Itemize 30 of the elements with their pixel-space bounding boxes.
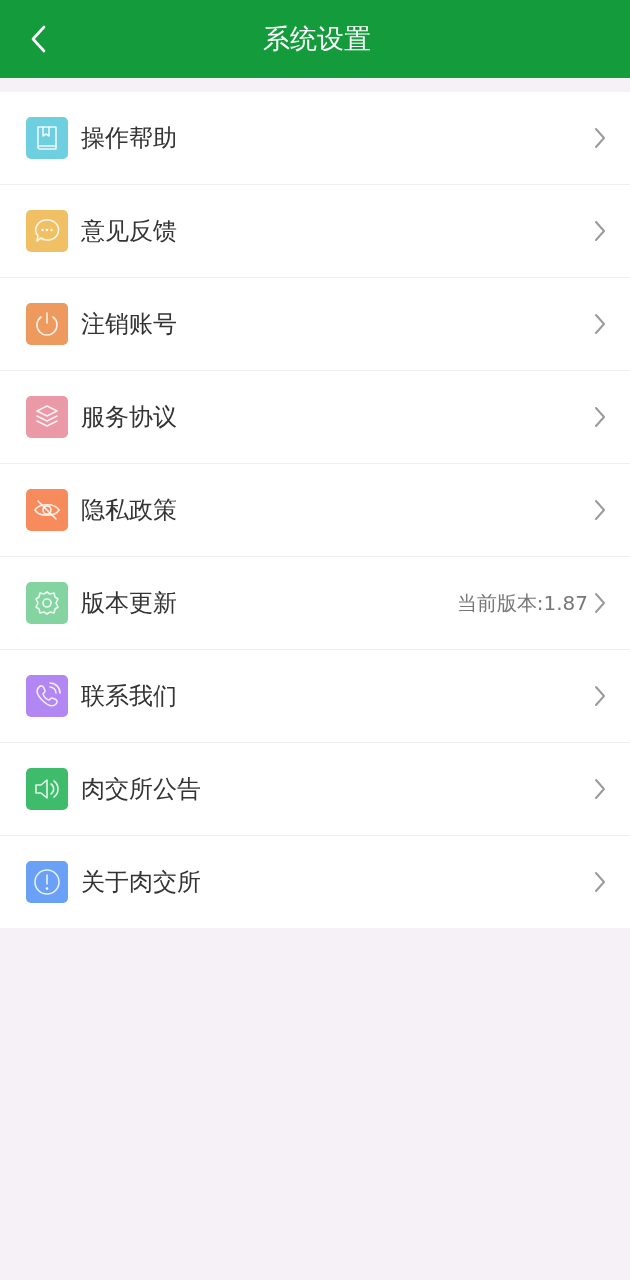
chevron-icon bbox=[594, 499, 606, 521]
chevron-icon bbox=[594, 313, 606, 335]
chevron-icon bbox=[594, 592, 606, 614]
settings-item[interactable]: 肉交所公告 bbox=[0, 743, 630, 836]
chevron-icon bbox=[594, 871, 606, 893]
chevron-icon bbox=[594, 685, 606, 707]
chevron-icon bbox=[594, 406, 606, 428]
settings-item[interactable]: 隐私政策 bbox=[0, 464, 630, 557]
item-label: 版本更新 bbox=[81, 588, 178, 619]
settings-item[interactable]: 服务协议 bbox=[0, 371, 630, 464]
item-label: 联系我们 bbox=[81, 681, 178, 712]
chevron-icon bbox=[594, 127, 606, 149]
chevron-icon bbox=[594, 778, 606, 800]
item-label: 操作帮助 bbox=[81, 123, 178, 154]
item-label: 隐私政策 bbox=[81, 495, 178, 526]
version-text: 当前版本:1.87 bbox=[456, 589, 588, 617]
settings-item[interactable]: 关于肉交所 bbox=[0, 836, 630, 928]
item-label: 意见反馈 bbox=[81, 216, 178, 247]
settings-item[interactable]: 联系我们 bbox=[0, 650, 630, 743]
settings-item[interactable]: 意见反馈 bbox=[0, 185, 630, 278]
settings-item[interactable]: 版本更新 当前版本:1.87 bbox=[0, 557, 630, 650]
item-label: 注销账号 bbox=[81, 309, 178, 340]
back-icon[interactable] bbox=[30, 25, 46, 53]
item-label: 关于肉交所 bbox=[81, 867, 202, 898]
page-title: 系统设置 bbox=[262, 22, 372, 56]
item-label: 肉交所公告 bbox=[81, 774, 202, 805]
chevron-icon bbox=[594, 220, 606, 242]
settings-item[interactable]: 注销账号 bbox=[0, 278, 630, 371]
item-label: 服务协议 bbox=[81, 402, 178, 433]
settings-item[interactable]: 操作帮助 bbox=[0, 92, 630, 185]
